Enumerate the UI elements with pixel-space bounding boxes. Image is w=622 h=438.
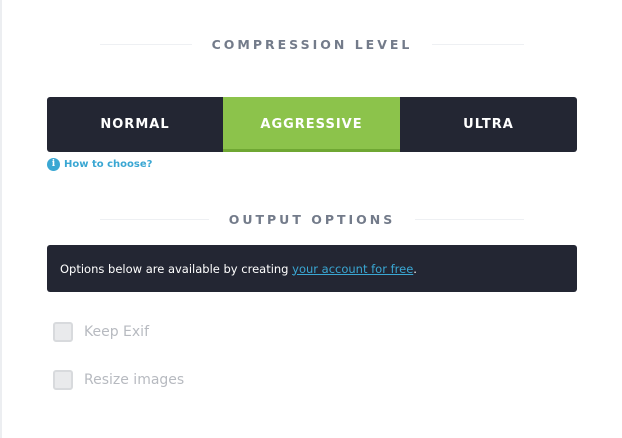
keep-exif-label: Keep Exif — [84, 324, 149, 340]
heading-rule-left — [100, 218, 209, 220]
compression-level-selector: NORMAL AGGRESSIVE ULTRA — [47, 97, 577, 152]
account-notice-banner: Options below are available by creating … — [47, 245, 577, 292]
level-ultra-button[interactable]: ULTRA — [400, 97, 577, 152]
resize-images-checkbox[interactable] — [53, 370, 73, 390]
notice-suffix: . — [413, 261, 417, 276]
compression-heading-text: COMPRESSION LEVEL — [211, 36, 413, 52]
output-options-heading: OUTPUT OPTIONS — [100, 210, 524, 228]
how-to-choose-text[interactable]: How to choose? — [64, 159, 152, 170]
level-aggressive-button[interactable]: AGGRESSIVE — [223, 97, 400, 152]
create-account-link[interactable]: your account for free — [292, 262, 413, 276]
compression-level-heading: COMPRESSION LEVEL — [100, 35, 524, 53]
output-heading-text: OUTPUT OPTIONS — [228, 211, 396, 227]
level-normal-button[interactable]: NORMAL — [47, 97, 223, 152]
notice-text: Options below are available by creating — [60, 261, 293, 276]
heading-rule-right — [432, 43, 524, 45]
how-to-choose-link[interactable]: i How to choose? — [47, 157, 152, 171]
resize-images-option[interactable]: Resize images — [53, 368, 184, 392]
heading-rule-left — [100, 43, 192, 45]
resize-images-label: Resize images — [84, 372, 185, 388]
heading-rule-right — [415, 218, 524, 220]
keep-exif-checkbox[interactable] — [53, 322, 73, 342]
keep-exif-option[interactable]: Keep Exif — [53, 320, 149, 344]
panel-left-border — [0, 0, 2, 438]
info-icon: i — [47, 157, 60, 171]
